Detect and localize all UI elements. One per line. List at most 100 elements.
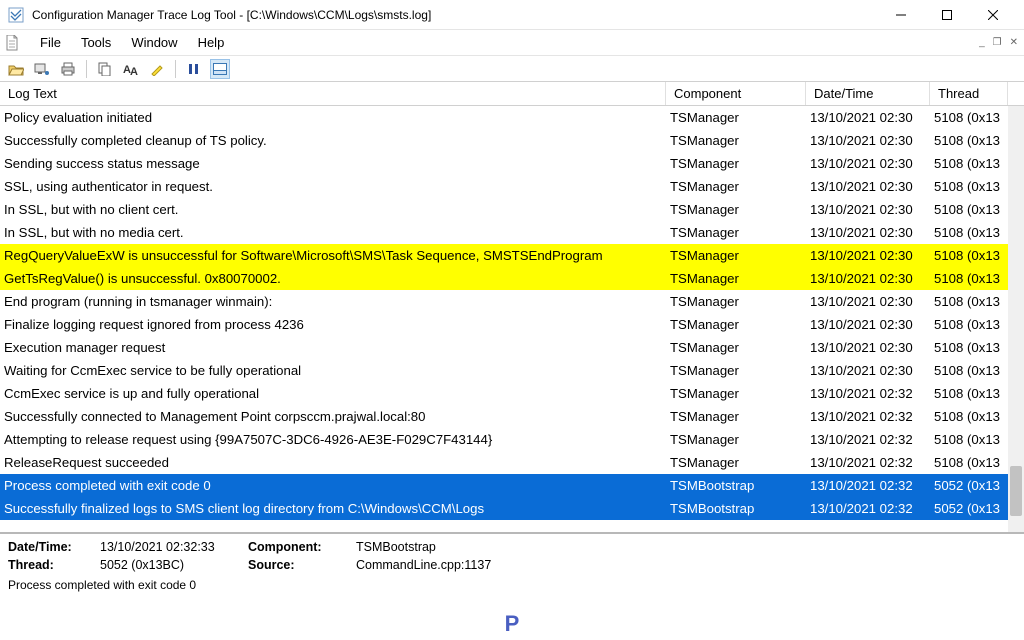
log-row[interactable]: ReleaseRequest succeededTSManager13/10/2… bbox=[0, 451, 1024, 474]
cell-log-text: Attempting to release request using {99A… bbox=[0, 432, 666, 447]
highlight-icon[interactable] bbox=[147, 59, 167, 79]
cell-datetime: 13/10/2021 02:32 bbox=[806, 478, 930, 493]
open-icon[interactable] bbox=[6, 59, 26, 79]
log-row[interactable]: Successfully completed cleanup of TS pol… bbox=[0, 129, 1024, 152]
cell-thread: 5108 (0x13 bbox=[930, 294, 1008, 309]
cell-component: TSManager bbox=[666, 110, 806, 125]
log-row[interactable]: Process completed with exit code 0TSMBoo… bbox=[0, 474, 1024, 497]
copy-icon[interactable] bbox=[95, 59, 115, 79]
document-icon bbox=[4, 35, 20, 51]
detail-message[interactable]: Process completed with exit code 0 bbox=[8, 578, 1016, 592]
cell-log-text: RegQueryValueExW is unsuccessful for Sof… bbox=[0, 248, 666, 263]
minimize-button[interactable] bbox=[878, 0, 924, 30]
cell-thread: 5108 (0x13 bbox=[930, 225, 1008, 240]
detail-value-component: TSMBootstrap bbox=[356, 540, 656, 554]
detail-label-source: Source: bbox=[248, 558, 348, 572]
log-area: Log Text Component Date/Time Thread Poli… bbox=[0, 82, 1024, 532]
cell-thread: 5108 (0x13 bbox=[930, 340, 1008, 355]
cell-component: TSManager bbox=[666, 340, 806, 355]
detail-label-component: Component: bbox=[248, 540, 348, 554]
log-row[interactable]: Successfully connected to Management Poi… bbox=[0, 405, 1024, 428]
log-row[interactable]: In SSL, but with no client cert.TSManage… bbox=[0, 198, 1024, 221]
log-row[interactable]: RegQueryValueExW is unsuccessful for Sof… bbox=[0, 244, 1024, 267]
detail-pane-toggle-icon[interactable] bbox=[210, 59, 230, 79]
cell-thread: 5108 (0x13 bbox=[930, 363, 1008, 378]
log-row[interactable]: SSL, using authenticator in request.TSMa… bbox=[0, 175, 1024, 198]
cell-thread: 5108 (0x13 bbox=[930, 409, 1008, 424]
log-row[interactable]: Policy evaluation initiatedTSManager13/1… bbox=[0, 106, 1024, 129]
vertical-scrollbar[interactable] bbox=[1008, 106, 1024, 532]
menu-file[interactable]: File bbox=[30, 35, 71, 50]
cell-component: TSManager bbox=[666, 409, 806, 424]
header-component[interactable]: Component bbox=[666, 82, 806, 105]
cell-component: TSManager bbox=[666, 156, 806, 171]
menu-window[interactable]: Window bbox=[121, 35, 187, 50]
cell-thread: 5052 (0x13 bbox=[930, 478, 1008, 493]
header-datetime[interactable]: Date/Time bbox=[806, 82, 930, 105]
cell-datetime: 13/10/2021 02:32 bbox=[806, 432, 930, 447]
cell-datetime: 13/10/2021 02:30 bbox=[806, 133, 930, 148]
cell-log-text: Waiting for CcmExec service to be fully … bbox=[0, 363, 666, 378]
log-row[interactable]: End program (running in tsmanager winmai… bbox=[0, 290, 1024, 313]
log-rows[interactable]: Policy evaluation initiatedTSManager13/1… bbox=[0, 106, 1024, 532]
menu-help[interactable]: Help bbox=[188, 35, 235, 50]
pause-icon[interactable] bbox=[184, 59, 204, 79]
title-bar: Configuration Manager Trace Log Tool - [… bbox=[0, 0, 1024, 30]
cell-component: TSManager bbox=[666, 386, 806, 401]
mdi-minimize-icon[interactable]: _ bbox=[977, 35, 987, 50]
cell-log-text: Finalize logging request ignored from pr… bbox=[0, 317, 666, 332]
cell-component: TSManager bbox=[666, 248, 806, 263]
maximize-button[interactable] bbox=[924, 0, 970, 30]
cell-component: TSManager bbox=[666, 133, 806, 148]
cell-thread: 5108 (0x13 bbox=[930, 179, 1008, 194]
header-thread[interactable]: Thread bbox=[930, 82, 1008, 105]
log-row[interactable]: Finalize logging request ignored from pr… bbox=[0, 313, 1024, 336]
cell-log-text: Process completed with exit code 0 bbox=[0, 478, 666, 493]
header-log-text[interactable]: Log Text bbox=[0, 82, 666, 105]
detail-pane: Date/Time: 13/10/2021 02:32:33 Component… bbox=[0, 532, 1024, 640]
log-row[interactable]: Waiting for CcmExec service to be fully … bbox=[0, 359, 1024, 382]
window-title: Configuration Manager Trace Log Tool - [… bbox=[32, 8, 878, 22]
cell-datetime: 13/10/2021 02:30 bbox=[806, 271, 930, 286]
cell-component: TSManager bbox=[666, 225, 806, 240]
cell-datetime: 13/10/2021 02:30 bbox=[806, 225, 930, 240]
cell-component: TSManager bbox=[666, 179, 806, 194]
detail-value-datetime: 13/10/2021 02:32:33 bbox=[100, 540, 240, 554]
mdi-restore-icon[interactable]: ❐ bbox=[991, 35, 1004, 50]
find-icon[interactable]: AA bbox=[121, 59, 141, 79]
mdi-close-icon[interactable]: ✕ bbox=[1008, 35, 1020, 50]
cell-component: TSMBootstrap bbox=[666, 501, 806, 516]
separator bbox=[175, 60, 176, 78]
log-row[interactable]: Successfully finalized logs to SMS clien… bbox=[0, 497, 1024, 520]
log-row[interactable]: CcmExec service is up and fully operatio… bbox=[0, 382, 1024, 405]
column-headers: Log Text Component Date/Time Thread bbox=[0, 82, 1024, 106]
detail-value-thread: 5052 (0x13BC) bbox=[100, 558, 240, 572]
log-row[interactable]: Sending success status messageTSManager1… bbox=[0, 152, 1024, 175]
log-row[interactable]: GetTsRegValue() is unsuccessful. 0x80070… bbox=[0, 267, 1024, 290]
network-open-icon[interactable] bbox=[32, 59, 52, 79]
tool-bar: AA bbox=[0, 56, 1024, 82]
detail-value-source: CommandLine.cpp:1137 bbox=[356, 558, 656, 572]
close-button[interactable] bbox=[970, 0, 1016, 30]
cell-datetime: 13/10/2021 02:30 bbox=[806, 156, 930, 171]
cell-log-text: In SSL, but with no client cert. bbox=[0, 202, 666, 217]
cell-datetime: 13/10/2021 02:32 bbox=[806, 386, 930, 401]
separator bbox=[86, 60, 87, 78]
cell-component: TSManager bbox=[666, 317, 806, 332]
cell-thread: 5052 (0x13 bbox=[930, 501, 1008, 516]
cell-component: TSManager bbox=[666, 455, 806, 470]
cell-log-text: ReleaseRequest succeeded bbox=[0, 455, 666, 470]
scrollbar-thumb[interactable] bbox=[1010, 466, 1022, 516]
cell-datetime: 13/10/2021 02:30 bbox=[806, 179, 930, 194]
mdi-controls: _ ❐ ✕ bbox=[977, 35, 1020, 50]
cell-log-text: Execution manager request bbox=[0, 340, 666, 355]
cell-thread: 5108 (0x13 bbox=[930, 317, 1008, 332]
svg-text:A: A bbox=[130, 66, 138, 76]
log-row[interactable]: Attempting to release request using {99A… bbox=[0, 428, 1024, 451]
log-row[interactable]: Execution manager requestTSManager13/10/… bbox=[0, 336, 1024, 359]
cell-datetime: 13/10/2021 02:30 bbox=[806, 202, 930, 217]
print-icon[interactable] bbox=[58, 59, 78, 79]
log-row[interactable]: In SSL, but with no media cert.TSManager… bbox=[0, 221, 1024, 244]
cell-datetime: 13/10/2021 02:30 bbox=[806, 340, 930, 355]
menu-tools[interactable]: Tools bbox=[71, 35, 121, 50]
